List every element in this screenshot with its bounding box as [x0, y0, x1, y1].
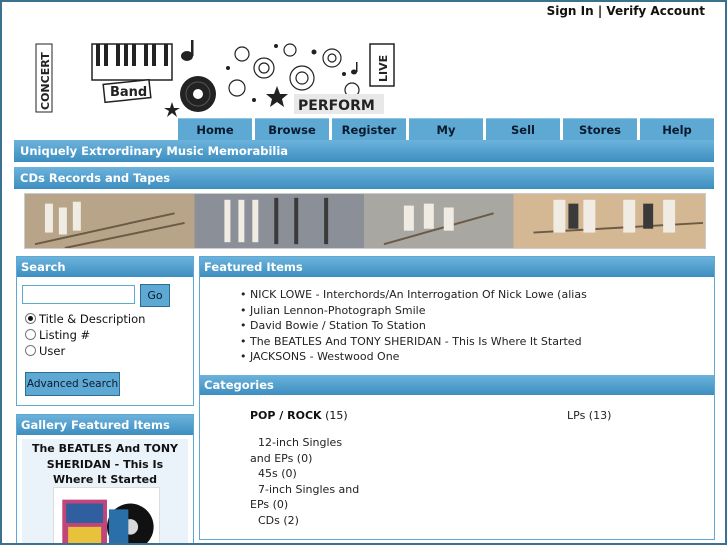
record-store-banner	[24, 193, 706, 249]
album-cover-image[interactable]	[53, 487, 160, 545]
radio-option-listing-number[interactable]: Listing #	[25, 327, 90, 342]
categories-title: Categories	[200, 375, 714, 395]
featured-item-link[interactable]: • NICK LOWE - Interchords/An Interrogati…	[240, 288, 587, 301]
list-item[interactable]: • David Bowie / Station To Station	[240, 318, 587, 334]
logo-word-band: Band	[110, 85, 147, 100]
category-lps[interactable]: LPs (13)	[567, 409, 611, 422]
gallery-item[interactable]: The BEATLES And TONY SHERIDAN - This Is …	[22, 439, 188, 545]
radio-label: Title & Description	[39, 311, 146, 326]
subcategory-7-inch-singles[interactable]: 7-inch Singles and EPs (0)	[250, 482, 360, 513]
search-input[interactable]	[22, 285, 135, 304]
tab-my-account[interactable]: My Account	[409, 118, 483, 159]
list-item[interactable]: • The BEATLES And TONY SHERIDAN - This I…	[240, 334, 587, 350]
subcategory-cds[interactable]: CDs (2)	[250, 513, 360, 529]
section-title: CDs Records and Tapes	[14, 167, 714, 189]
radio-selected-icon[interactable]	[25, 313, 36, 324]
featured-items-title: Featured Items	[200, 257, 714, 277]
list-item[interactable]: • JACKSONS - Westwood One	[240, 349, 587, 365]
radio-label: User	[39, 343, 66, 358]
subcategory-line: CDs (2)	[258, 513, 299, 527]
featured-item-link[interactable]: • Julian Lennon-Photograph Smile	[240, 304, 426, 317]
subcategory-line: EPs (0)	[250, 498, 289, 511]
list-item[interactable]: • Julian Lennon-Photograph Smile	[240, 303, 587, 319]
subcategory-12-inch-singles[interactable]: 12-inch Singles and EPs (0)	[250, 435, 360, 466]
subcategory-45s[interactable]: 45s (0)	[250, 466, 360, 482]
search-panel-title: Search	[17, 257, 193, 277]
main-nav: Home Browse Register My Account Sell Sto…	[178, 118, 725, 159]
page-frame: Sign In | Verify Account CONCERT Band PE…	[0, 0, 727, 545]
logo-word-live: LIVE	[377, 55, 390, 82]
tab-register[interactable]: Register	[332, 118, 406, 140]
link-separator: |	[593, 4, 607, 18]
gallery-panel: Gallery Featured Items The BEATLES And T…	[16, 414, 194, 545]
radio-label: Listing #	[39, 327, 91, 342]
featured-items-list: • NICK LOWE - Interchords/An Interrogati…	[240, 287, 587, 365]
radio-icon[interactable]	[25, 345, 36, 356]
category-count: (15)	[321, 409, 348, 422]
subcategory-line: 7-inch Singles and	[258, 482, 360, 496]
radio-option-title-description[interactable]: Title & Description	[25, 311, 145, 326]
tab-home[interactable]: Home	[178, 118, 252, 140]
go-button[interactable]: Go	[140, 284, 170, 307]
gallery-panel-title: Gallery Featured Items	[17, 415, 193, 435]
featured-item-link[interactable]: • David Bowie / Station To Station	[240, 319, 426, 332]
site-tagline: Uniquely Extrordinary Music Memorabilia	[14, 140, 714, 162]
featured-item-link[interactable]: • The BEATLES And TONY SHERIDAN - This I…	[240, 335, 582, 348]
subcategory-line: 12-inch Singles	[258, 436, 343, 449]
sign-in-link[interactable]: Sign In	[547, 4, 594, 18]
tab-stores[interactable]: Stores	[563, 118, 637, 140]
account-links: Sign In | Verify Account	[547, 4, 705, 18]
tab-sell[interactable]: Sell	[486, 118, 560, 140]
logo-word-concert: CONCERT	[39, 52, 52, 110]
main-panel: Featured Items • NICK LOWE - Interchords…	[199, 256, 715, 540]
radio-option-user[interactable]: User	[25, 343, 65, 358]
verify-account-link[interactable]: Verify Account	[606, 4, 705, 18]
category-name[interactable]: POP / ROCK	[250, 409, 322, 422]
advanced-search-button[interactable]: Advanced Search	[25, 372, 120, 396]
tab-browse[interactable]: Browse	[255, 118, 329, 140]
category-pop-rock[interactable]: POP / ROCK (15)	[250, 409, 348, 422]
subcategory-line: and EPs (0)	[250, 451, 313, 465]
subcategory-line: 45s (0)	[258, 467, 297, 480]
gallery-item-title[interactable]: The BEATLES And TONY SHERIDAN - This Is …	[22, 439, 188, 490]
list-item[interactable]: • NICK LOWE - Interchords/An Interrogati…	[240, 287, 587, 303]
subcategory-list: 12-inch Singles and EPs (0) 45s (0) 7-in…	[250, 435, 360, 528]
featured-item-link[interactable]: • JACKSONS - Westwood One	[240, 350, 399, 363]
tab-help[interactable]: Help	[640, 118, 714, 140]
radio-icon[interactable]	[25, 329, 36, 340]
site-logo[interactable]: CONCERT Band PERFORM LIVE	[32, 38, 402, 118]
search-panel: Search Go Title & Description Listing # …	[16, 256, 194, 406]
logo-word-perform: PERFORM	[298, 98, 375, 114]
